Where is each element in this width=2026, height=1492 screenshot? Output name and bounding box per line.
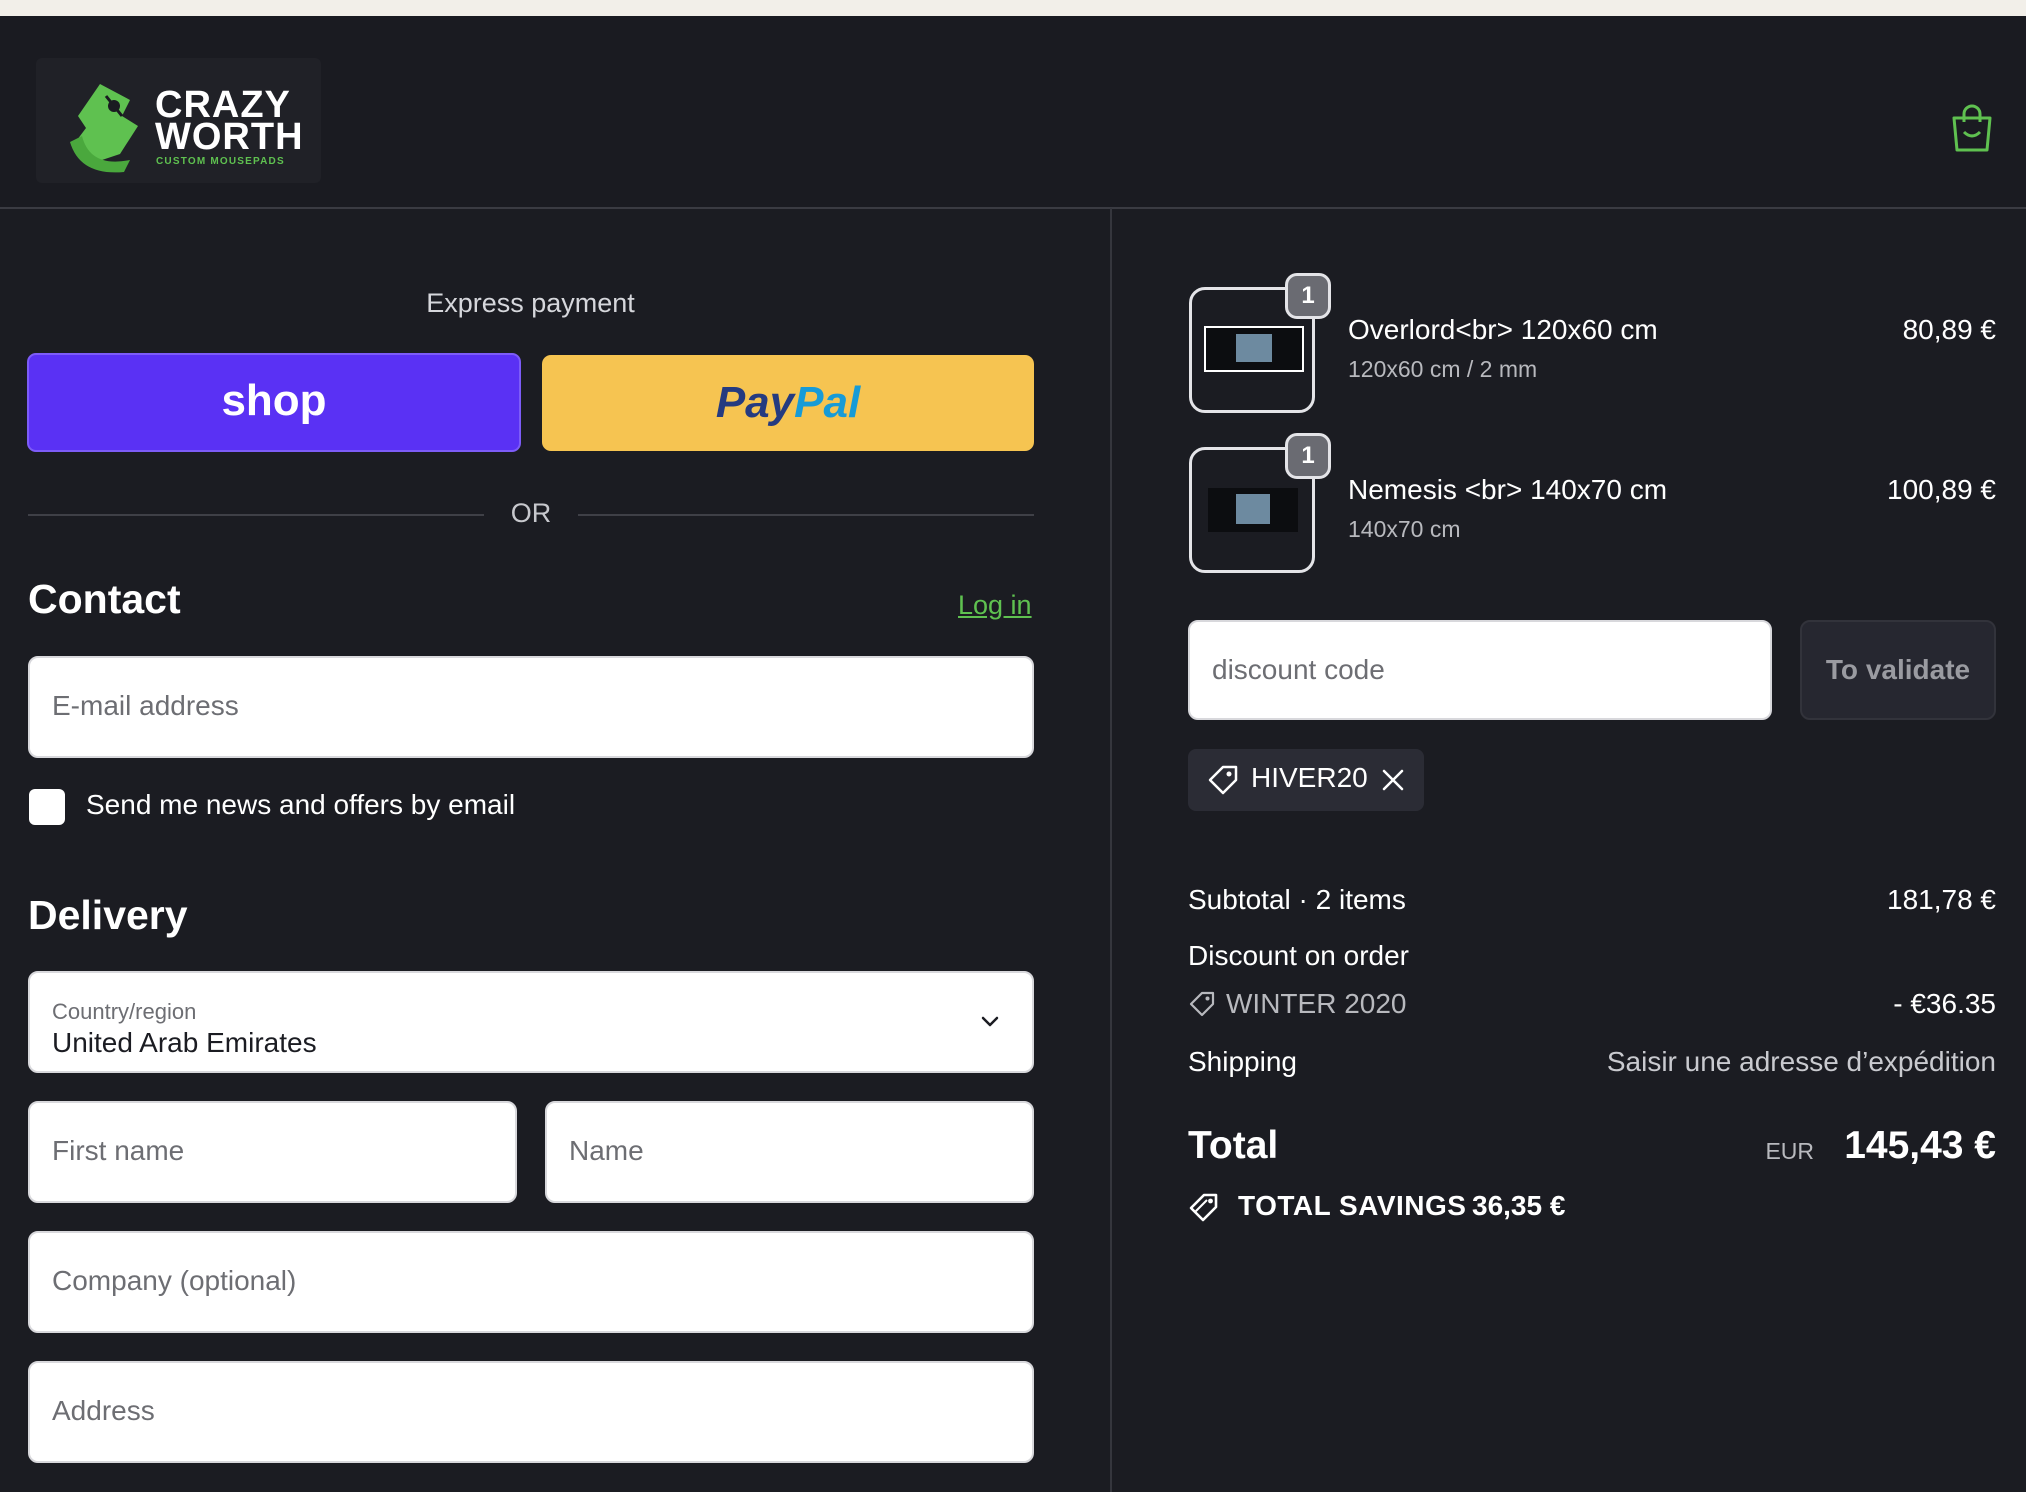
address-field[interactable]: Address xyxy=(28,1361,1034,1463)
browser-top-strip xyxy=(0,0,2026,16)
last-name-field[interactable]: Name xyxy=(545,1101,1034,1203)
item-title: Overlord<br> 120x60 cm xyxy=(1348,314,1658,345)
contact-heading: Contact xyxy=(28,576,181,622)
paypal-label-pay: Pay xyxy=(715,378,795,427)
email-field[interactable]: E-mail address xyxy=(28,656,1034,758)
brand-tagline: CUSTOM MOUSEPADS xyxy=(156,156,285,167)
total-savings-value: 36,35 € xyxy=(1472,1190,1566,1221)
discount-code-input[interactable]: discount code xyxy=(1188,620,1772,720)
discount-code: WINTER 2020 xyxy=(1226,988,1407,1019)
tag-icon xyxy=(1189,991,1215,1017)
savings-tag-icon xyxy=(1189,1193,1218,1222)
applied-code: HIVER20 xyxy=(1251,762,1368,793)
chevron-down-icon xyxy=(981,1016,999,1027)
paypal-button[interactable]: PayPal xyxy=(542,355,1034,451)
login-link[interactable]: Log in xyxy=(958,590,1032,621)
country-label: Country/region xyxy=(52,999,197,1024)
email-placeholder: E-mail address xyxy=(52,690,239,721)
shipping-value: Saisir une adresse d’expédition xyxy=(1606,1046,1996,1077)
product-image xyxy=(1204,326,1304,372)
or-separator: OR xyxy=(28,498,1034,532)
shopping-bag-icon[interactable] xyxy=(1948,102,1996,154)
item-price: 100,89 € xyxy=(1887,474,1996,505)
item-variant: 140x70 cm xyxy=(1348,516,1461,542)
company-placeholder: Company (optional) xyxy=(52,1265,297,1296)
brand-name-line2: WORTH xyxy=(155,116,304,158)
newsletter-checkbox[interactable] xyxy=(29,789,65,825)
first-name-placeholder: First name xyxy=(52,1135,185,1166)
remove-code-icon[interactable] xyxy=(1380,767,1406,793)
express-payment-title: Express payment xyxy=(426,288,635,318)
site-header: CRAZY WORTH CUSTOM MOUSEPADS xyxy=(0,16,2026,209)
subtotal-label: Subtotal · 2 items xyxy=(1188,884,1406,915)
total-currency: EUR xyxy=(1765,1138,1814,1164)
discount-code-placeholder: discount code xyxy=(1212,654,1385,685)
total-savings-label: TOTAL SAVINGS xyxy=(1238,1190,1467,1221)
total-label: Total xyxy=(1188,1124,1279,1167)
mouse-logo-icon xyxy=(70,84,138,173)
first-name-field[interactable]: First name xyxy=(28,1101,517,1203)
paypal-label-pal: Pal xyxy=(794,378,861,427)
brand-logo[interactable]: CRAZY WORTH CUSTOM MOUSEPADS xyxy=(36,58,321,183)
column-divider xyxy=(1110,208,1112,1492)
address-placeholder: Address xyxy=(52,1395,155,1426)
shipping-label: Shipping xyxy=(1188,1046,1297,1077)
quantity-badge: 1 xyxy=(1285,433,1331,479)
quantity-badge: 1 xyxy=(1285,273,1331,319)
discount-label: Discount on order xyxy=(1188,940,1410,971)
applied-discount-chip: HIVER20 xyxy=(1188,749,1424,811)
company-field[interactable]: Company (optional) xyxy=(28,1231,1034,1333)
discount-value: - €36.35 xyxy=(1893,988,1996,1019)
validate-discount-button: To validate xyxy=(1800,620,1996,720)
tag-icon xyxy=(1208,765,1238,795)
subtotal-value: 181,78 € xyxy=(1887,884,1996,915)
country-select[interactable]: Country/region United Arab Emirates xyxy=(28,971,1034,1073)
total-value: 145,43 € xyxy=(1844,1124,1996,1167)
delivery-heading: Delivery xyxy=(28,892,188,938)
last-name-placeholder: Name xyxy=(569,1135,644,1166)
or-line-right xyxy=(578,514,1034,516)
product-image xyxy=(1208,488,1298,532)
item-variant: 120x60 cm / 2 mm xyxy=(1348,356,1538,382)
country-value: United Arab Emirates xyxy=(52,1027,317,1058)
item-price: 80,89 € xyxy=(1902,314,1996,345)
shop-pay-button[interactable]: shop xyxy=(27,353,521,452)
newsletter-label: Send me news and offers by email xyxy=(86,789,516,820)
item-title: Nemesis <br> 140x70 cm xyxy=(1348,474,1668,505)
